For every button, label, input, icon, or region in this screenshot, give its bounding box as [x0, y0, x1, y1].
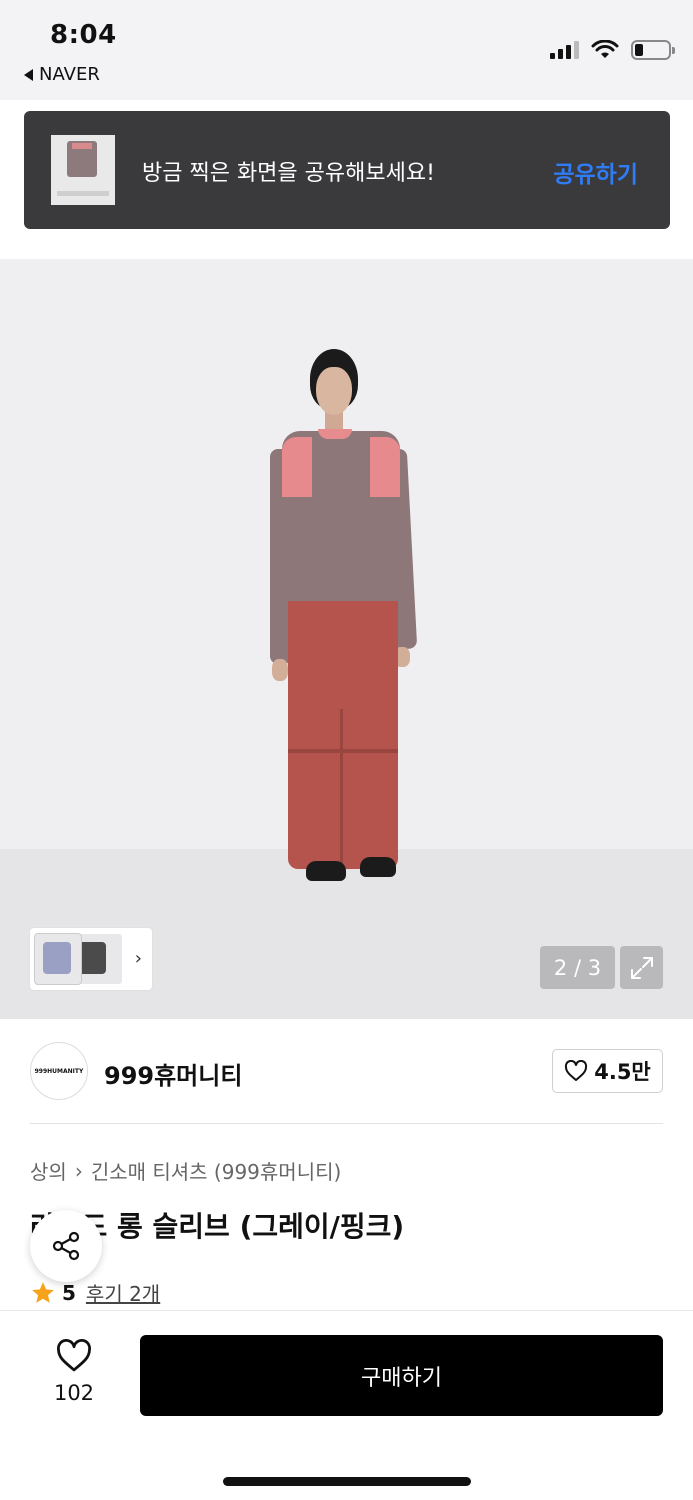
- chevron-right-icon: ›: [74, 1158, 83, 1183]
- back-app-label: NAVER: [39, 64, 100, 85]
- expand-image-button[interactable]: [620, 946, 663, 989]
- product-page: 8:04 NAVER 방금 찍은 화면을 공유해보세요! 공유하기 › 2 / …: [0, 0, 693, 1500]
- chevron-right-icon: ›: [134, 948, 142, 969]
- share-now-button[interactable]: 공유하기: [553, 155, 638, 189]
- variant-thumb-1[interactable]: [35, 934, 81, 984]
- wishlist-count: 102: [53, 1381, 95, 1405]
- wifi-icon: [591, 40, 619, 58]
- screenshot-thumbnail[interactable]: [51, 135, 115, 205]
- heart-outline-icon: [565, 1060, 588, 1081]
- back-triangle-icon: [24, 68, 33, 81]
- star-icon: [32, 1281, 54, 1303]
- expand-icon: [630, 956, 653, 979]
- status-bar: 8:04 NAVER: [0, 0, 693, 100]
- home-indicator: [223, 1477, 471, 1486]
- brand-logo[interactable]: 999HUMANITY: [30, 1042, 88, 1100]
- wishlist-button[interactable]: 102: [44, 1339, 104, 1405]
- review-count-link[interactable]: 후기 2개: [86, 1278, 160, 1307]
- bottom-action-bar: 102 구매하기: [0, 1310, 693, 1500]
- share-icon: [52, 1231, 80, 1261]
- screenshot-share-toast: 방금 찍은 화면을 공유해보세요! 공유하기: [24, 111, 670, 229]
- product-image-gallery[interactable]: › 2 / 3: [0, 259, 693, 1019]
- brand-like-button[interactable]: 4.5만: [552, 1049, 663, 1093]
- battery-icon: [631, 40, 675, 60]
- brand-name[interactable]: 999휴머니티: [104, 1056, 242, 1091]
- color-variant-thumbnails[interactable]: ›: [30, 928, 152, 990]
- breadcrumb-item-2[interactable]: 긴소매 티셔츠 (999휴머니티): [91, 1156, 342, 1185]
- heart-outline-icon: [57, 1339, 91, 1372]
- buy-button[interactable]: 구매하기: [140, 1335, 663, 1416]
- rating-score: 5: [62, 1280, 76, 1305]
- brand-like-count: 4.5만: [594, 1060, 651, 1084]
- breadcrumb: 상의 › 긴소매 티셔츠 (999휴머니티): [30, 1156, 341, 1185]
- cellular-signal-icon: [550, 41, 579, 59]
- divider: [30, 1123, 663, 1124]
- brand-row: 999HUMANITY 999휴머니티 4.5만: [30, 1042, 663, 1102]
- share-button[interactable]: [30, 1210, 102, 1282]
- toast-message: 방금 찍은 화면을 공유해보세요!: [142, 161, 435, 186]
- product-photo-model: [270, 349, 418, 894]
- status-icons: [550, 40, 675, 60]
- breadcrumb-item-1[interactable]: 상의: [30, 1156, 67, 1185]
- image-counter: 2 / 3: [540, 946, 615, 989]
- status-time: 8:04: [50, 20, 117, 50]
- back-to-app-button[interactable]: NAVER: [24, 64, 100, 85]
- rating-row: 5 후기 2개: [30, 1278, 160, 1307]
